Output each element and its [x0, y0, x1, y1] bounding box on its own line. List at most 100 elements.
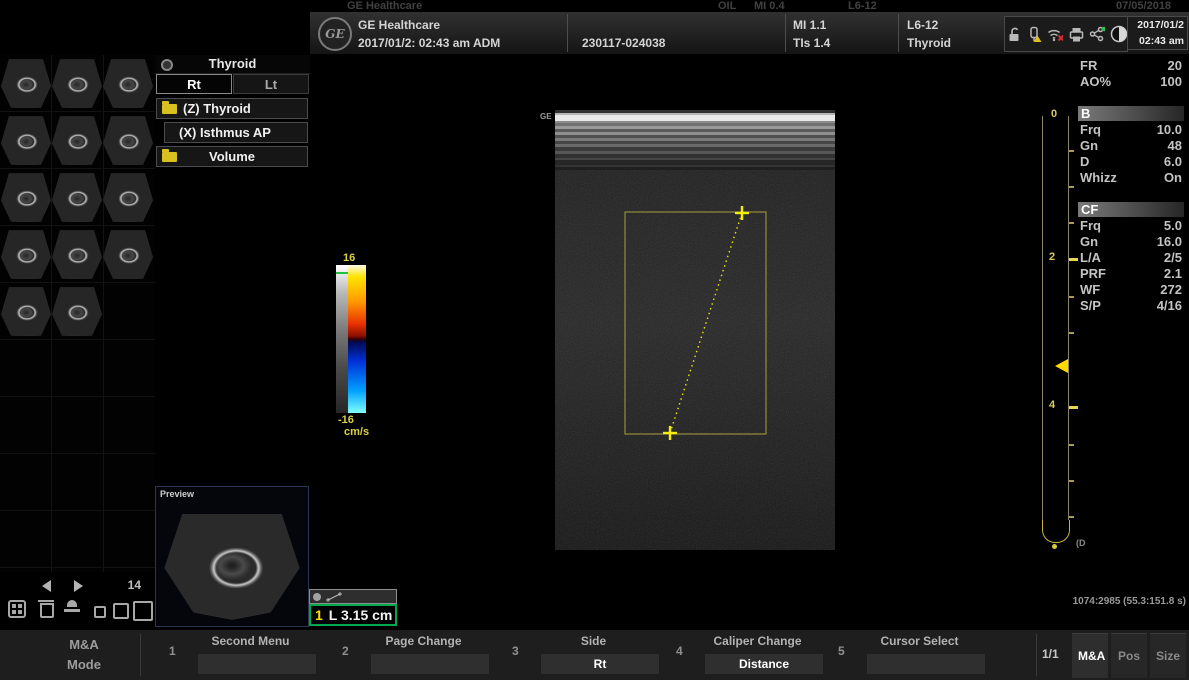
- param-value: 2.1: [1164, 266, 1182, 282]
- param-label: Frq: [1080, 218, 1101, 234]
- softkey-3: 3 Side Rt: [506, 630, 681, 680]
- param-label: AO%: [1080, 74, 1111, 90]
- focus-marker-icon[interactable]: [1055, 359, 1068, 373]
- ruler-tick: [1069, 258, 1078, 261]
- thumbnail-image[interactable]: [1, 56, 51, 111]
- color-roi-box[interactable]: [625, 212, 766, 434]
- thumbnail-image[interactable]: [103, 56, 153, 111]
- patient-id: 230117-024038: [582, 36, 665, 50]
- thumbnail-image[interactable]: [103, 170, 153, 225]
- softkey-button-cursor-select[interactable]: [867, 654, 985, 674]
- grayscale-bar: [336, 265, 348, 413]
- param-label: PRF: [1080, 266, 1106, 282]
- softkey-label: Cursor Select: [832, 634, 1007, 648]
- menu-item-thyroid[interactable]: (Z) Thyroid: [156, 98, 308, 119]
- system-date: 2017/01/2: [1128, 17, 1184, 33]
- caliper-tool-icon: [325, 592, 343, 602]
- caliper-start[interactable]: [735, 206, 749, 220]
- thumbnail-image[interactable]: [103, 113, 153, 168]
- softkey-label: Second Menu: [163, 634, 338, 648]
- thumb-size-large-icon[interactable]: [133, 601, 153, 621]
- param-label: S/P: [1080, 298, 1101, 314]
- thumbnail-image[interactable]: [52, 113, 102, 168]
- cine-frame-counter: 1074:2985 (55.3:151.8 s): [1058, 596, 1186, 607]
- thumbnail-image[interactable]: [52, 284, 102, 339]
- folder-icon: [162, 152, 177, 162]
- thumbnail-image[interactable]: [52, 170, 102, 225]
- param-row-cf-prf: PRF 2.1: [1078, 266, 1184, 282]
- header-divider: [785, 14, 786, 52]
- softkey-bar: M&A Mode 1 Second Menu 2 Page Change 3 S…: [0, 628, 1189, 680]
- mna-button[interactable]: M&A: [1072, 633, 1108, 678]
- mode-buttons: M&A Pos Size: [1072, 633, 1186, 678]
- thumbnail-image[interactable]: [103, 227, 153, 282]
- thumbnail-image[interactable]: [1, 170, 51, 225]
- thumbnail-grid: [1, 56, 155, 340]
- b-mode-header: B: [1078, 106, 1184, 121]
- bar-divider: [1036, 634, 1037, 676]
- param-row-b-whizz: Whizz On: [1078, 170, 1184, 186]
- image-ge-mark: GE: [540, 112, 552, 121]
- param-value: 100: [1160, 74, 1182, 90]
- pos-button[interactable]: Pos: [1111, 633, 1147, 678]
- menu-item-volume[interactable]: Volume: [156, 146, 308, 167]
- softkey-2: 2 Page Change: [336, 630, 511, 680]
- ghost-date: 07/05/2018: [1116, 0, 1171, 12]
- ruler-tick: [1069, 444, 1074, 446]
- thumb-size-medium-icon[interactable]: [113, 603, 129, 619]
- printer-icon: [1067, 25, 1084, 43]
- header-divider: [898, 14, 899, 52]
- param-label: FR: [1080, 58, 1097, 74]
- softkey-button-second-menu[interactable]: [198, 654, 316, 674]
- ghost-header-row: GE Healthcare OIL MI 0.4 L6-12 07/05/201…: [310, 0, 1189, 12]
- ghost-probe: L6-12: [848, 0, 877, 12]
- param-row-b-d: D 6.0: [1078, 154, 1184, 170]
- softkey-label: Page Change: [336, 634, 511, 648]
- softkey-button-side[interactable]: Rt: [541, 654, 659, 674]
- softkey-button-page-change[interactable]: [371, 654, 489, 674]
- system-time: 02:43 am: [1128, 33, 1184, 49]
- param-label: Whizz: [1080, 170, 1117, 186]
- measurement-text: L 3.15 cm: [329, 607, 393, 623]
- mi-value: MI 1.1: [793, 18, 826, 32]
- folder-icon: [162, 104, 177, 114]
- size-button[interactable]: Size: [1150, 633, 1186, 678]
- thumbnail-image[interactable]: [1, 284, 51, 339]
- color-velocity-bar: [348, 265, 366, 413]
- menu-item-isthmus-ap[interactable]: (X) Isthmus AP: [164, 122, 308, 143]
- ruler-bottom-tag: (D: [1076, 538, 1086, 548]
- ruler-label-4: 4: [1049, 399, 1055, 411]
- thumbnail-image[interactable]: [52, 56, 102, 111]
- menu-title: Thyroid: [155, 56, 310, 71]
- thumbnail-image[interactable]: [1, 227, 51, 282]
- param-value: 20: [1168, 58, 1182, 74]
- thumbnail-image[interactable]: [52, 227, 102, 282]
- param-value: 4/16: [1157, 298, 1182, 314]
- velocity-colorbar: 16 -16 cm/s: [336, 252, 376, 442]
- param-value: 10.0: [1157, 122, 1182, 138]
- tis-value: TIs 1.4: [793, 36, 830, 50]
- title-bar: GE GE Healthcare 2017/01/2: 02:43 am ADM…: [310, 12, 1189, 54]
- ultrasound-image: [555, 110, 835, 550]
- caliper-end[interactable]: [663, 426, 677, 440]
- probe-end-dot: [1052, 544, 1057, 549]
- print-stamp-icon[interactable]: [64, 600, 80, 616]
- page-prev-arrow-icon[interactable]: [42, 580, 51, 592]
- softkey-4: 4 Caliper Change Distance: [670, 630, 845, 680]
- menu-header: Thyroid: [155, 55, 310, 74]
- thumb-size-small-icon[interactable]: [94, 606, 106, 618]
- softkey-button-caliper-change[interactable]: Distance: [705, 654, 823, 674]
- param-row-cf-la: L/A 2/5: [1078, 250, 1184, 266]
- page-next-arrow-icon[interactable]: [74, 580, 83, 592]
- softkey-5: 5 Cursor Select: [832, 630, 1007, 680]
- param-label: Gn: [1080, 234, 1098, 250]
- tab-right-lobe[interactable]: Rt: [156, 74, 232, 94]
- menu-item-label: Volume: [209, 149, 255, 164]
- tab-left-lobe[interactable]: Lt: [233, 74, 309, 94]
- trash-icon[interactable]: [40, 603, 54, 618]
- thumbnail-image[interactable]: [1, 113, 51, 168]
- layout-grid-icon[interactable]: [8, 600, 26, 618]
- ruler-tick: [1069, 480, 1074, 482]
- param-label: L/A: [1080, 250, 1101, 266]
- wifi-error-icon: [1046, 25, 1063, 43]
